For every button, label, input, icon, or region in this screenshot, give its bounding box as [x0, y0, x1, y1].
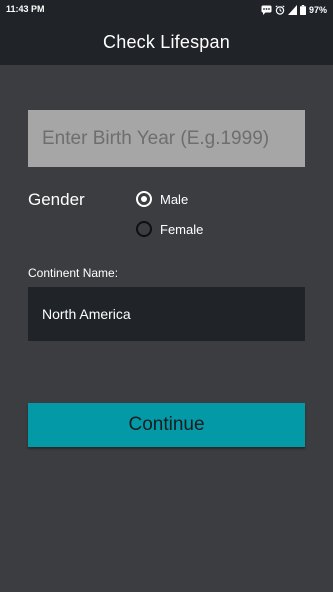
- status-icons: 97%: [261, 3, 327, 16]
- status-bar: 11:43 PM 97%: [0, 0, 333, 19]
- radio-unchecked-icon[interactable]: [136, 221, 152, 237]
- continue-button[interactable]: Continue: [28, 403, 305, 447]
- signal-icon: [287, 4, 297, 15]
- continent-selected-value: North America: [42, 306, 131, 322]
- gender-radio-female[interactable]: Female: [136, 221, 203, 237]
- battery-icon: [299, 4, 306, 15]
- gender-radio-male[interactable]: Male: [136, 191, 188, 207]
- battery-percent: 97%: [308, 4, 327, 15]
- status-time: 11:43 PM: [6, 4, 45, 14]
- alarm-icon: [275, 4, 285, 15]
- page-title: Check Lifespan: [103, 31, 230, 52]
- app-bar: Check Lifespan: [0, 19, 333, 65]
- continent-dropdown[interactable]: North America: [28, 287, 305, 341]
- message-icon: [261, 5, 272, 15]
- birth-year-input[interactable]: [28, 110, 305, 167]
- gender-label: Gender: [28, 190, 85, 209]
- gender-option-label: Male: [160, 191, 189, 207]
- radio-checked-icon[interactable]: [136, 191, 152, 207]
- continent-label: Continent Name:: [28, 266, 119, 280]
- gender-option-label: Female: [160, 221, 204, 237]
